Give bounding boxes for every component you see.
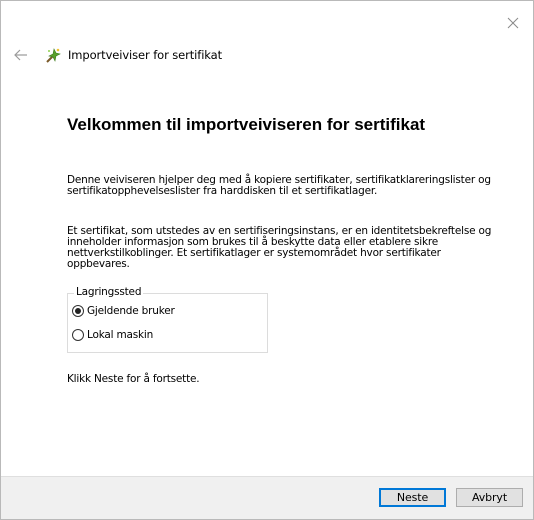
- radio-label-local-machine: Lokal maskin: [87, 329, 154, 341]
- instruction-text: Klikk Neste for å fortsette.: [67, 373, 200, 385]
- close-icon: [507, 17, 519, 29]
- radio-button-checked[interactable]: [72, 305, 84, 317]
- back-button[interactable]: [13, 47, 29, 63]
- close-button[interactable]: [505, 15, 521, 31]
- wizard-window: Importveiviser for sertifikat Velkommen …: [0, 0, 534, 520]
- storage-location-group: Lagringssted Gjeldende bruker Lokal mask…: [67, 286, 268, 353]
- radio-local-machine[interactable]: Lokal maskin: [72, 328, 153, 342]
- next-button[interactable]: Neste: [379, 488, 446, 507]
- radio-current-user[interactable]: Gjeldende bruker: [72, 304, 175, 318]
- radio-button-unchecked[interactable]: [72, 329, 84, 341]
- wizard-content: Velkommen til importveiviseren for serti…: [67, 115, 497, 385]
- intro-text: Denne veiviseren hjelper deg med å kopie…: [67, 174, 491, 197]
- description-text: Et sertifikat, som utstedes av en sertif…: [67, 225, 492, 270]
- wizard-footer: Neste Avbryt: [1, 476, 533, 519]
- back-arrow-icon: [14, 49, 27, 61]
- window-title: Importveiviser for sertifikat: [68, 48, 223, 62]
- cancel-button[interactable]: Avbryt: [456, 488, 523, 507]
- certificate-wizard-icon: [45, 47, 62, 64]
- page-heading: Velkommen til importveiviseren for serti…: [67, 115, 426, 134]
- wizard-header: Importveiviser for sertifikat: [13, 45, 222, 65]
- radio-label-current-user: Gjeldende bruker: [87, 305, 175, 317]
- storage-location-legend: Lagringssted: [74, 286, 144, 298]
